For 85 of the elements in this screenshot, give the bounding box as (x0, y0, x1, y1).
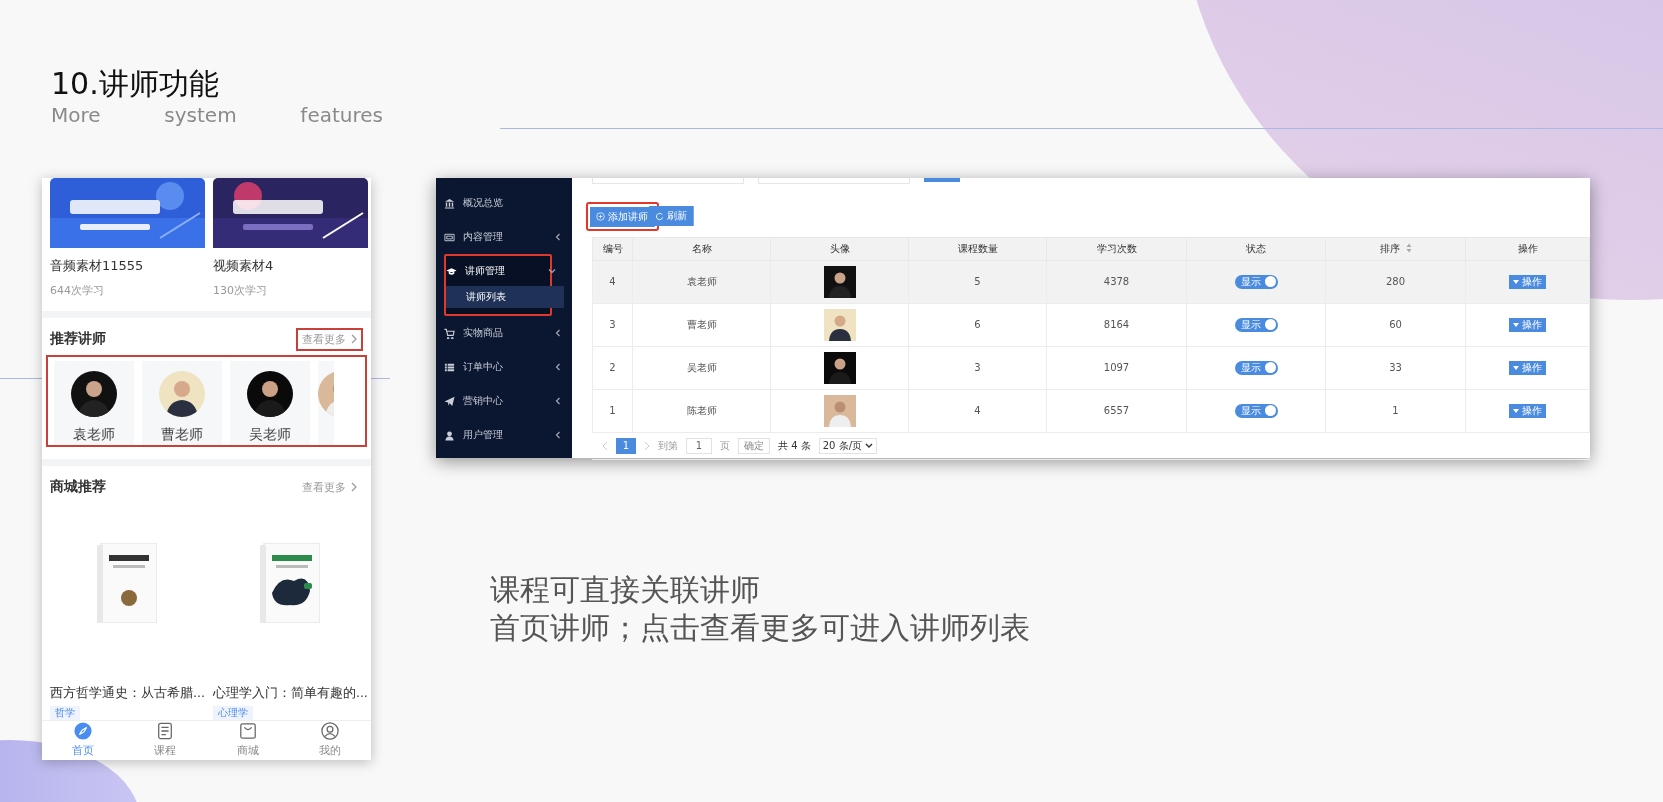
page-number[interactable]: 1 (616, 437, 636, 454)
add-button[interactable]: 添加讲师 (590, 206, 655, 227)
table-cell: 3 (908, 346, 1047, 389)
teacher-card[interactable]: 曹老师 (142, 360, 222, 446)
table-cell: 4 (908, 389, 1047, 432)
sidebar-item[interactable]: 内容管理 (438, 222, 570, 252)
table-cell: 280 (1325, 260, 1466, 303)
product-tag: 心理学 (212, 705, 253, 720)
table-cell: 60 (1325, 303, 1466, 346)
page-unit: 页 (720, 438, 730, 453)
slide-title: 10.讲师功能 (51, 66, 220, 102)
page-input[interactable]: 1 (686, 437, 712, 454)
column-header: 编号 (592, 237, 633, 260)
page-size-select[interactable]: 20 条/页 (818, 437, 877, 454)
subtitle-word: system (164, 102, 237, 128)
table-cell: 6557 (1046, 389, 1187, 432)
column-header: 名称 (632, 237, 771, 260)
teacher-name: 吴老师 (249, 425, 291, 444)
table-cell: 袁老师 (632, 260, 771, 303)
column-header: 学习次数 (1046, 237, 1187, 260)
table-cell: 2 (592, 346, 633, 389)
status-toggle[interactable]: 显示 (1234, 317, 1278, 332)
action-dropdown[interactable]: 操作 (1509, 403, 1546, 418)
total-count: 共 4 条 (778, 438, 811, 453)
table-cell: 曹老师 (632, 303, 771, 346)
sidebar-item[interactable]: 用户管理 (438, 420, 570, 450)
tab-item[interactable]: 商城 (206, 720, 289, 760)
column-header: 操作 (1465, 237, 1590, 260)
table-cell: 1 (1325, 389, 1466, 432)
column-header[interactable]: 排序 (1325, 237, 1466, 260)
caption-line: 课程可直接关联讲师 (490, 571, 761, 609)
status-toggle[interactable]: 显示 (1234, 360, 1278, 375)
table-row[interactable]: 4 袁老师 5 4378 显示 280 操作 (592, 260, 1590, 303)
table-cell: 1097 (1046, 346, 1187, 389)
teacher-card[interactable]: 吴老师 (230, 360, 310, 446)
tab-item[interactable]: 首页 (42, 720, 125, 760)
section-title: 推荐讲师 (50, 330, 106, 349)
table-row[interactable]: 2 吴老师 3 1097 显示 33 操作 (592, 346, 1590, 389)
column-header: 状态 (1186, 237, 1326, 260)
status-toggle[interactable]: 显示 (1234, 274, 1278, 289)
sidebar-item[interactable]: 营销中心 (438, 386, 570, 416)
tab-item[interactable]: 课程 (124, 720, 207, 760)
confirm-button[interactable]: 确定 (738, 437, 770, 454)
refresh-button[interactable]: 刷新 (649, 206, 694, 227)
table-row[interactable]: 1 陈老师 4 6557 显示 1 操作 (592, 389, 1590, 432)
course-title: 音频素材11555 (50, 257, 145, 275)
sidebar-item[interactable]: 讲师管理 (446, 256, 564, 286)
teacher-name: 袁老师 (73, 425, 115, 444)
table-cell: 吴老师 (632, 346, 771, 389)
teacher-name: 曹老师 (161, 425, 203, 444)
sidebar-subitem[interactable]: 讲师列表 (446, 286, 564, 308)
study-count: 644次学习 (50, 283, 105, 299)
table-cell: 8164 (1046, 303, 1187, 346)
tab-item[interactable]: 我的 (288, 720, 371, 760)
table-cell: 1 (592, 389, 633, 432)
table-cell: 6 (908, 303, 1047, 346)
see-more-link[interactable]: 查看更多 (296, 475, 363, 499)
caption-line: 首页讲师；点击查看更多可进入讲师列表 (490, 609, 1031, 647)
section-title: 商城推荐 (50, 478, 106, 497)
product-title: 西方哲学通史：从古希腊... (50, 684, 205, 702)
sidebar-item[interactable]: 订单中心 (438, 352, 570, 382)
status-toggle[interactable]: 显示 (1234, 403, 1278, 418)
goto-label: 到第 (658, 438, 678, 453)
table-row[interactable]: 3 曹老师 6 8164 显示 60 操作 (592, 303, 1590, 346)
table-cell: 33 (1325, 346, 1466, 389)
column-header: 头像 (770, 237, 909, 260)
product-title: 心理学入门：简单有趣的... (212, 684, 368, 702)
action-dropdown[interactable]: 操作 (1509, 274, 1546, 289)
teacher-card[interactable]: 袁老师 (54, 360, 134, 446)
table-cell: 陈老师 (632, 389, 771, 432)
subtitle-word: More (51, 102, 101, 128)
study-count: 130次学习 (213, 283, 268, 299)
course-title: 视频素材4 (213, 257, 275, 275)
column-header: 课程数量 (908, 237, 1047, 260)
action-dropdown[interactable]: 操作 (1509, 360, 1546, 375)
product-tag: 哲学 (50, 705, 80, 720)
subtitle-word: features (300, 102, 383, 128)
action-dropdown[interactable]: 操作 (1509, 317, 1546, 332)
table-cell: 3 (592, 303, 633, 346)
table-cell: 4378 (1046, 260, 1187, 303)
table-cell: 5 (908, 260, 1047, 303)
table-cell: 4 (592, 260, 633, 303)
sidebar-item[interactable]: 实物商品 (438, 318, 570, 348)
see-more-link[interactable]: 查看更多 (296, 327, 363, 351)
sidebar-item[interactable]: 概况总览 (438, 188, 570, 218)
